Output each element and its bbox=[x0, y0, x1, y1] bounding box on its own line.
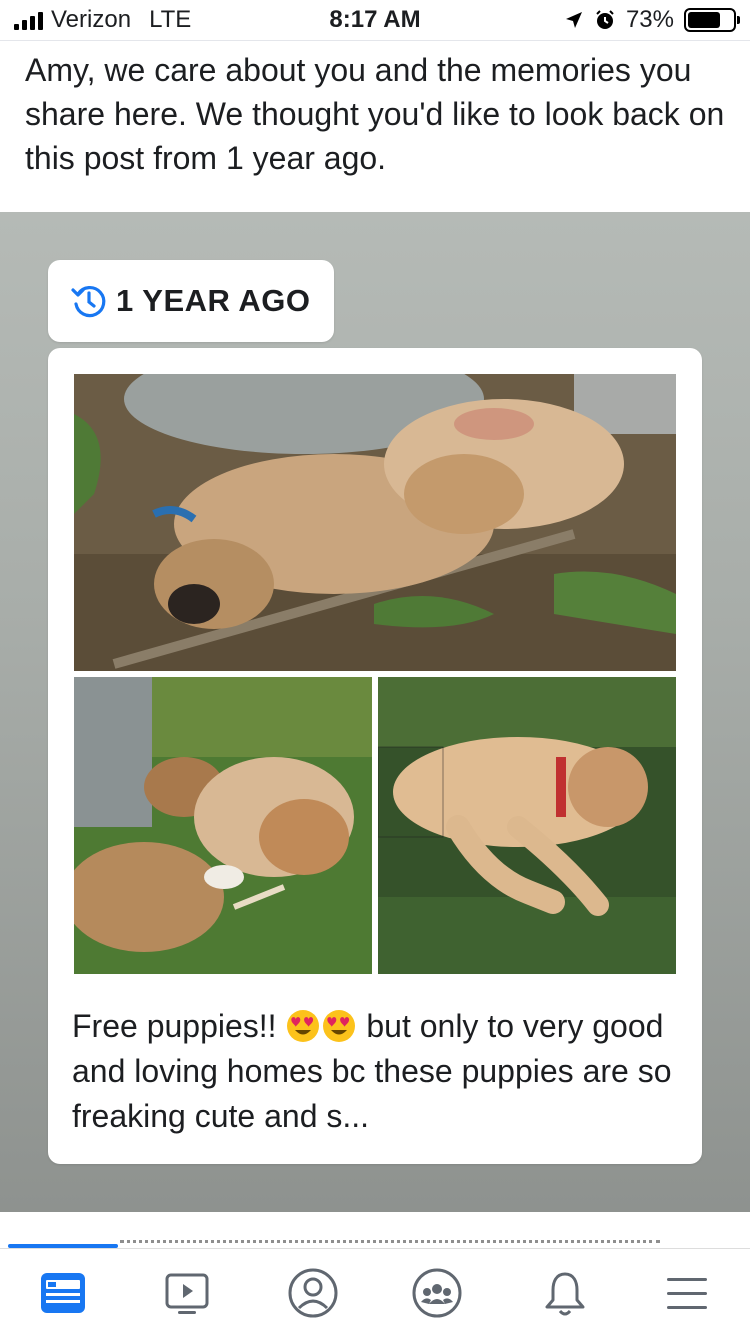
status-right: 73% bbox=[564, 6, 740, 34]
memory-intro-text: Amy, we care about you and the memories … bbox=[25, 52, 725, 176]
next-content-text-peek bbox=[120, 1240, 660, 1244]
post-photo-3[interactable] bbox=[378, 677, 676, 974]
menu-icon bbox=[667, 1278, 707, 1309]
year-ago-label: 1 YEAR AGO bbox=[116, 283, 311, 318]
battery-percent: 73% bbox=[625, 6, 674, 33]
bottom-nav-bar bbox=[0, 1248, 750, 1334]
status-bar: Verizon LTE 8:17 AM 73% bbox=[0, 0, 750, 40]
nav-notifications[interactable] bbox=[535, 1263, 595, 1323]
nav-menu[interactable] bbox=[657, 1263, 717, 1323]
caption-part-1: Free puppies!! bbox=[72, 1008, 277, 1044]
nav-news-feed[interactable] bbox=[33, 1263, 93, 1323]
nav-watch[interactable] bbox=[157, 1263, 217, 1323]
nav-groups[interactable] bbox=[407, 1263, 467, 1323]
location-arrow-icon bbox=[565, 12, 582, 28]
nav-profile[interactable] bbox=[283, 1263, 343, 1323]
year-ago-badge: 1 YEAR AGO bbox=[48, 260, 334, 342]
notifications-bell-icon bbox=[545, 1272, 585, 1316]
heart-eyes-emoji-icon bbox=[323, 1010, 356, 1042]
heart-eyes-emoji-icon bbox=[287, 1010, 320, 1042]
news-feed-icon bbox=[41, 1273, 85, 1313]
groups-icon bbox=[412, 1268, 462, 1318]
history-clock-icon bbox=[71, 286, 106, 318]
memory-post-card[interactable]: Free puppies!! but only to very good and… bbox=[48, 348, 702, 1164]
profile-icon bbox=[288, 1268, 338, 1318]
post-caption[interactable]: Free puppies!! but only to very good and… bbox=[72, 1004, 682, 1139]
header-divider bbox=[0, 40, 750, 41]
post-photo-2[interactable] bbox=[74, 677, 372, 974]
alarm-icon bbox=[596, 10, 614, 29]
battery-icon bbox=[684, 8, 740, 32]
post-photo-1[interactable] bbox=[74, 374, 676, 671]
watch-video-icon bbox=[165, 1273, 209, 1314]
